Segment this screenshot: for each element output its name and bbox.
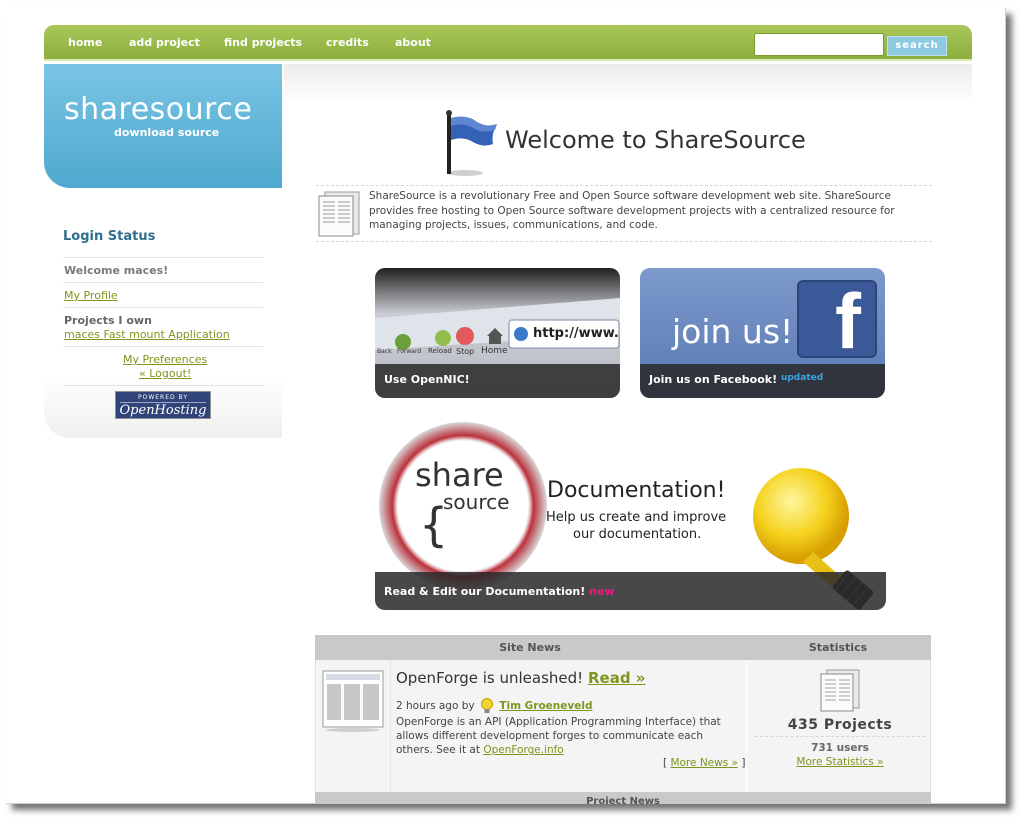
flag-icon: [446, 110, 497, 176]
opennic-promo-banner[interactable]: http://www. Back Forward Reload Stop Hom…: [375, 268, 620, 398]
my-preferences-link[interactable]: My Preferences: [123, 353, 207, 366]
more-statistics-link[interactable]: More Statistics »: [796, 756, 883, 768]
news-body-text: OpenForge is an API (Application Program…: [396, 715, 741, 757]
nav-find-projects[interactable]: find projects: [224, 36, 302, 49]
intro-section: ShareSource is a revolutionary Free and …: [316, 185, 932, 242]
lightbulb-icon: [480, 698, 493, 713]
owned-project-link[interactable]: maces Fast mount Application: [64, 328, 230, 341]
documentation-subline-2: our documentation.: [573, 527, 702, 542]
divider: [63, 257, 263, 258]
logo-text-share: share: [415, 456, 504, 494]
toolbar-label-home: Home: [481, 346, 508, 356]
site-news-heading: Site News: [499, 641, 561, 654]
opennic-caption-bar: Use OpenNIC!: [375, 364, 620, 398]
nav-home[interactable]: home: [68, 36, 102, 49]
news-time: 2 hours ago by: [396, 700, 475, 712]
news-headline: OpenForge is unleashed! Read »: [396, 669, 645, 687]
author-link[interactable]: Tim Groeneveld: [499, 700, 592, 712]
project-news-header: Project News: [315, 792, 931, 804]
logo-text-source: source: [443, 490, 510, 514]
login-status-heading: Login Status: [63, 229, 156, 244]
documentation-subline-1: Help us create and improve: [546, 510, 727, 525]
facebook-promo-banner[interactable]: f join us! Join us on Facebook! updated: [640, 268, 885, 398]
project-news-heading: Project News: [586, 796, 660, 804]
news-title-text: OpenForge is unleashed!: [396, 669, 584, 687]
news-stats-body: OpenForge is unleashed! Read » 2 hours a…: [315, 660, 931, 792]
project-count: 435 Projects: [787, 717, 893, 733]
search-input[interactable]: [754, 33, 884, 56]
toolbar-label-stop: Stop: [456, 347, 475, 356]
statistics-heading: Statistics: [808, 641, 868, 654]
site-logo-title: sharesource: [64, 92, 253, 127]
projects-owned-label: Projects I own: [64, 314, 152, 327]
site-logo-panel[interactable]: sharesource download source: [44, 64, 282, 188]
openhosting-label: OpenHosting: [119, 403, 207, 418]
page-title: Welcome to ShareSource: [505, 126, 806, 154]
more-news-wrapper: [ More News » ]: [663, 757, 745, 769]
openforge-link[interactable]: OpenForge.info: [483, 744, 563, 756]
main-header-shade: [284, 64, 972, 104]
document-icon: [820, 669, 860, 712]
divider: [63, 282, 263, 283]
toolbar-label-reload: Reload: [428, 347, 452, 355]
toolbar-label-back: Back: [377, 348, 392, 355]
documentation-caption-bar: Read & Edit our Documentation! new: [375, 572, 886, 610]
search-button[interactable]: search: [887, 36, 947, 56]
login-status-panel: Login Status Welcome maces! My Profile P…: [44, 188, 282, 438]
top-nav-bar: home add project find projects credits a…: [44, 25, 972, 61]
facebook-logo-letter: f: [835, 277, 861, 365]
facebook-caption-bar: Join us on Facebook! updated: [640, 364, 885, 398]
documentation-promo-banner[interactable]: share { source Documentation! Help us cr…: [375, 418, 886, 610]
statistics-column: 435 Projects 731 users More Statistics »: [746, 660, 932, 792]
opennic-caption: Use OpenNIC!: [384, 373, 470, 386]
intro-text: ShareSource is a revolutionary Free and …: [369, 190, 895, 231]
toolbar-label-forward: Forward: [397, 348, 422, 355]
documentation-caption: Read & Edit our Documentation!: [384, 585, 586, 598]
opennic-url-text: http://www.: [533, 326, 619, 341]
facebook-caption: Join us on Facebook!: [649, 373, 778, 386]
my-profile-link[interactable]: My Profile: [64, 289, 118, 302]
newsletter-thumbnail-icon: [322, 670, 384, 732]
divider: [63, 307, 263, 308]
divider: [63, 346, 263, 347]
divider: [390, 660, 391, 792]
site-logo-subtitle: download source: [114, 126, 220, 139]
news-stats-header: Site News Statistics: [315, 635, 931, 660]
more-statistics-wrapper: More Statistics »: [747, 756, 933, 768]
document-icon: [318, 191, 360, 237]
powered-by-openhosting-badge[interactable]: POWERED BY OpenHosting: [115, 391, 211, 419]
documentation-headline: Documentation!: [547, 478, 726, 503]
more-news-link[interactable]: More News »: [670, 757, 738, 769]
powered-by-label: POWERED BY: [120, 393, 206, 403]
nav-credits[interactable]: credits: [326, 36, 369, 49]
nav-add-project[interactable]: add project: [129, 36, 200, 49]
news-meta: 2 hours ago by Tim Groeneveld: [396, 698, 592, 714]
bracket-open: [: [663, 757, 668, 769]
bracket-close: ]: [741, 757, 746, 769]
logout-link[interactable]: « Logout!: [139, 367, 191, 380]
welcome-text: Welcome maces!: [64, 264, 169, 277]
updated-badge: updated: [780, 373, 824, 383]
nav-about[interactable]: about: [395, 36, 431, 49]
divider: [63, 385, 263, 386]
user-count: 731 users: [811, 742, 869, 754]
new-badge: new: [589, 585, 615, 598]
read-more-link[interactable]: Read »: [588, 669, 646, 687]
join-us-headline: join us!: [672, 312, 794, 351]
divider: [755, 736, 925, 737]
facebook-logo-icon: f: [797, 277, 877, 365]
